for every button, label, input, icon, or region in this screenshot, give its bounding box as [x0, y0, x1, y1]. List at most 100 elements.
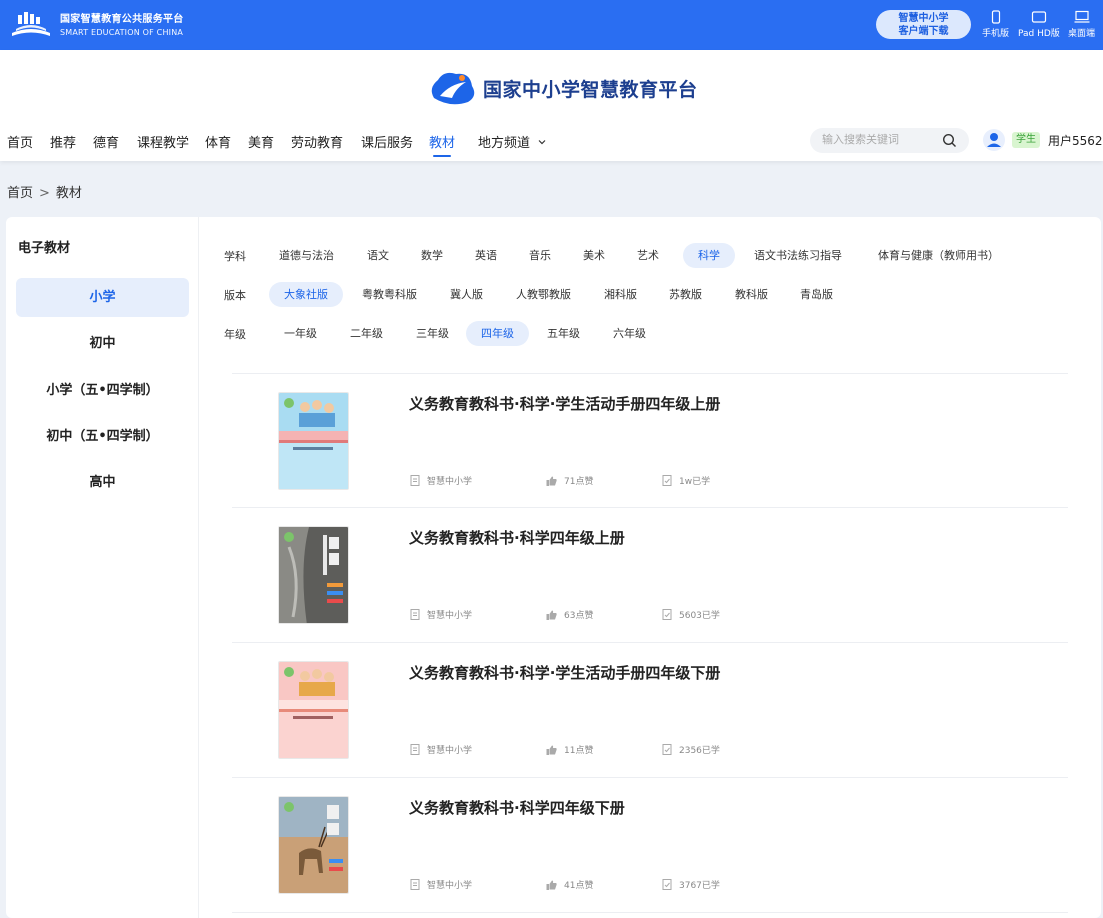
learned-text: 3767已学: [679, 881, 720, 891]
edition-filter-label: 版本: [224, 289, 246, 302]
sidebar-item-primary-54[interactable]: 小学（五•四学制）: [16, 371, 189, 410]
sidebar: 电子教材 小学 初中 小学（五•四学制） 初中（五•四学制） 高中: [6, 217, 199, 918]
breadcrumb-separator: >: [39, 186, 50, 201]
top-bar: 国家智慧教育公共服务平台 SMART EDUCATION OF CHINA 智慧…: [0, 0, 1103, 50]
sidebar-item-junior[interactable]: 初中: [16, 324, 189, 363]
client-download-button[interactable]: 智慧中小学 客户端下载: [876, 10, 971, 39]
tablet-icon: [1031, 11, 1047, 23]
publisher-text: 智慧中小学: [427, 477, 473, 487]
nav-labor[interactable]: 劳动教育: [291, 132, 343, 151]
document-icon: [410, 744, 420, 755]
nav-arts[interactable]: 美育: [248, 132, 274, 151]
device-label-mobile: 手机版: [982, 29, 1010, 39]
mobile-version-link[interactable]: 手机版: [982, 10, 1009, 39]
sidebar-item-primary[interactable]: 小学: [16, 278, 189, 317]
book-cover-image: [279, 662, 348, 758]
grade-option[interactable]: 三年级: [401, 321, 464, 346]
pad-version-link[interactable]: Pad HD版: [1018, 10, 1060, 39]
subject-option[interactable]: 道德与法治: [264, 243, 349, 268]
subject-option[interactable]: 数学: [406, 243, 458, 268]
subject-option[interactable]: 艺术: [622, 243, 674, 268]
book-title[interactable]: 义务教育教科书·科学·学生活动手册四年级上册: [409, 393, 720, 414]
book-cover[interactable]: [278, 796, 349, 894]
subject-option[interactable]: 语文: [352, 243, 404, 268]
device-label-pad: Pad HD版: [1018, 29, 1060, 39]
subject-filter-label: 学科: [224, 250, 246, 263]
nav-courses[interactable]: 课程教学: [137, 132, 189, 151]
site-logo-icon: [431, 72, 475, 105]
book-title[interactable]: 义务教育教科书·科学·学生活动手册四年级下册: [409, 662, 720, 683]
desktop-version-link[interactable]: 桌面端: [1068, 10, 1095, 39]
subject-option[interactable]: 体育与健康（教师用书）: [863, 243, 1014, 268]
nav-afterschool[interactable]: 课后服务: [361, 132, 413, 151]
publisher-text: 智慧中小学: [427, 881, 473, 891]
learned-icon: [662, 609, 672, 620]
nav-textbooks[interactable]: 教材: [429, 132, 455, 157]
learned-text: 2356已学: [679, 746, 720, 756]
site-header: 国家中小学智慧教育平台 首页 推荐 德育 课程教学 体育 美育 劳动教育 课后服…: [0, 50, 1103, 161]
avatar[interactable]: [983, 129, 1005, 151]
edition-option[interactable]: 苏教版: [654, 282, 717, 307]
grade-filter-label: 年级: [224, 328, 246, 341]
book-title[interactable]: 义务教育教科书·科学四年级下册: [409, 797, 625, 818]
sidebar-item-junior-54[interactable]: 初中（五•四学制）: [16, 417, 189, 456]
nav-moral[interactable]: 德育: [93, 132, 119, 151]
desktop-icon: [1074, 10, 1089, 23]
edition-option[interactable]: 湘科版: [589, 282, 652, 307]
brand-logo-icon: [12, 12, 50, 36]
edition-option[interactable]: 冀人版: [435, 282, 498, 307]
likes-text: 71点赞: [564, 477, 594, 487]
list-divider: [232, 912, 1068, 918]
grade-option[interactable]: 一年级: [269, 321, 332, 346]
book-cover-image: [279, 797, 348, 893]
document-icon: [410, 879, 420, 890]
book-cover[interactable]: [278, 661, 349, 759]
subject-option[interactable]: 音乐: [514, 243, 566, 268]
grade-option[interactable]: 六年级: [598, 321, 661, 346]
subject-option[interactable]: 语文书法练习指导: [739, 243, 857, 268]
search-icon[interactable]: [942, 133, 957, 148]
sidebar-item-senior[interactable]: 高中: [16, 463, 189, 502]
edition-option[interactable]: 教科版: [720, 282, 783, 307]
list-item[interactable]: 义务教育教科书·科学四年级下册 智慧中小学 41点赞 3767已学: [232, 777, 1068, 912]
book-likes: 71点赞: [546, 474, 593, 487]
site-logo[interactable]: 国家中小学智慧教育平台: [426, 68, 698, 108]
thumb-up-icon: [546, 745, 557, 755]
username[interactable]: 用户5562: [1048, 132, 1103, 149]
grade-option-active[interactable]: 四年级: [466, 321, 529, 346]
learned-icon: [662, 744, 672, 755]
chevron-down-icon: [538, 140, 546, 145]
edition-option-active[interactable]: 大象社版: [269, 282, 343, 307]
book-learned: 5603已学: [662, 608, 720, 621]
subject-option-active[interactable]: 科学: [683, 243, 735, 268]
role-badge: 学生: [1012, 132, 1040, 148]
subject-option[interactable]: 英语: [460, 243, 512, 268]
edition-option[interactable]: 青岛版: [785, 282, 848, 307]
grade-option[interactable]: 五年级: [532, 321, 595, 346]
list-item[interactable]: 义务教育教科书·科学·学生活动手册四年级下册 智慧中小学 11点赞 2356已学: [232, 642, 1068, 777]
book-cover[interactable]: [278, 392, 349, 490]
brand[interactable]: 国家智慧教育公共服务平台 SMART EDUCATION OF CHINA: [8, 9, 184, 41]
book-cover[interactable]: [278, 526, 349, 624]
list-item[interactable]: 义务教育教科书·科学四年级上册 智慧中小学 63点赞 5603已学: [232, 507, 1068, 642]
learned-icon: [662, 879, 672, 890]
edition-option[interactable]: 人教鄂教版: [501, 282, 586, 307]
edition-option[interactable]: 粤教粤科版: [347, 282, 432, 307]
phone-icon: [991, 10, 1000, 24]
breadcrumb-home[interactable]: 首页: [7, 186, 33, 201]
subject-option[interactable]: 美术: [568, 243, 620, 268]
user-icon: [987, 133, 1001, 147]
book-title[interactable]: 义务教育教科书·科学四年级上册: [409, 527, 625, 548]
likes-text: 41点赞: [564, 881, 594, 891]
learned-text: 5603已学: [679, 611, 720, 621]
nav-home[interactable]: 首页: [7, 132, 33, 151]
publisher-text: 智慧中小学: [427, 611, 473, 621]
nav-recommend[interactable]: 推荐: [50, 132, 76, 151]
list-item[interactable]: 义务教育教科书·科学·学生活动手册四年级上册 智慧中小学 71点赞 1w已学: [232, 373, 1068, 508]
search-input[interactable]: [822, 133, 937, 146]
grade-option[interactable]: 二年级: [335, 321, 398, 346]
publisher-text: 智慧中小学: [427, 746, 473, 756]
nav-local-channel[interactable]: 地方频道: [478, 132, 547, 151]
nav-sports[interactable]: 体育: [205, 132, 231, 151]
book-publisher: 智慧中小学: [410, 878, 472, 891]
